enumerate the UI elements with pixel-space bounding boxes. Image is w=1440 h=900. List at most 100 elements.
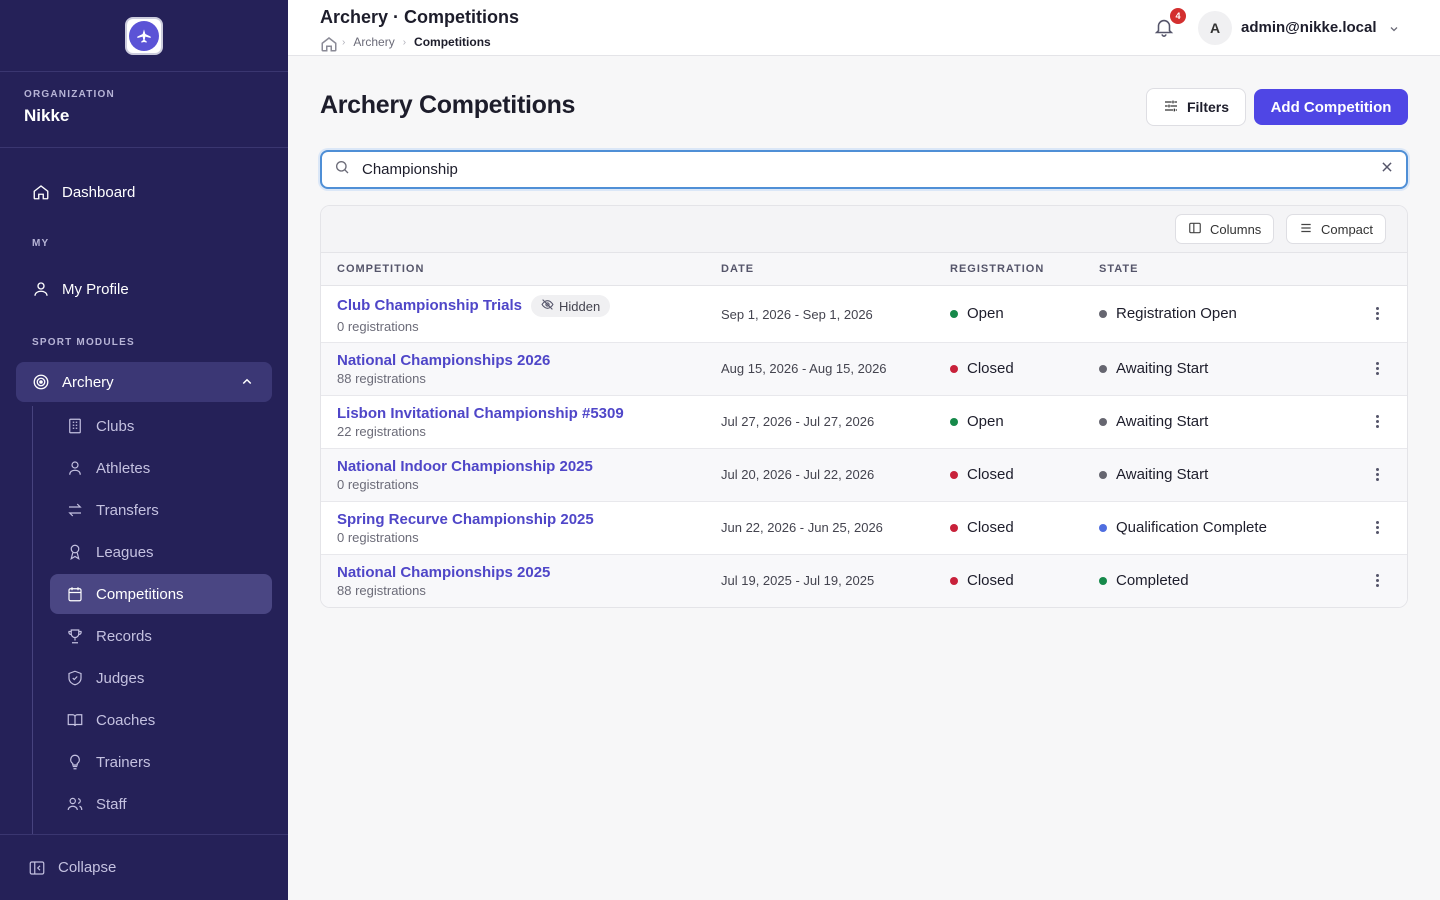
- sidebar-item-archery[interactable]: Archery: [16, 362, 272, 402]
- competition-name[interactable]: National Indoor Championship 2025: [337, 458, 593, 475]
- sidebar-item-records[interactable]: Records: [50, 616, 272, 656]
- table-row[interactable]: National Championships 2025 88 registrat…: [321, 555, 1407, 607]
- sidebar-item-label: Trainers: [96, 753, 151, 771]
- sidebar-item-clubs[interactable]: Clubs: [50, 406, 272, 446]
- registration-status-label: Closed: [967, 519, 1014, 536]
- competition-name[interactable]: Club Championship Trials: [337, 297, 522, 314]
- users-icon: [66, 795, 84, 813]
- sidebar-item-label: Dashboard: [62, 183, 136, 201]
- user-icon: [32, 280, 50, 298]
- sidebar-item-trainers[interactable]: Trainers: [50, 742, 272, 782]
- search-icon: [334, 159, 350, 180]
- state-dot: [1099, 470, 1107, 479]
- breadcrumb-archery[interactable]: Archery: [353, 35, 394, 49]
- search-input[interactable]: [362, 161, 1380, 178]
- state-label: Qualification Complete: [1116, 519, 1267, 536]
- filters-label: Filters: [1186, 99, 1229, 115]
- building-icon: [66, 417, 84, 435]
- column-header-state[interactable]: STATE: [1099, 263, 1138, 275]
- filters-button[interactable]: Filters: [1146, 88, 1246, 126]
- user-icon: [66, 459, 84, 477]
- competition-state: Registration Open: [1099, 305, 1237, 322]
- transfer-icon: [66, 501, 84, 519]
- table-row[interactable]: Spring Recurve Championship 2025 0 regis…: [321, 502, 1407, 555]
- section-label-sport-modules: SPORT MODULES: [32, 337, 135, 348]
- notification-badge: 4: [1170, 8, 1186, 24]
- registration-status-label: Open: [967, 305, 1004, 322]
- sidebar-item-transfers[interactable]: Transfers: [50, 490, 272, 530]
- more-actions-icon[interactable]: [1373, 307, 1381, 320]
- state-dot: [1099, 364, 1107, 373]
- sidebar-item-dashboard[interactable]: Dashboard: [16, 172, 272, 212]
- sidebar-item-judges[interactable]: Judges: [50, 658, 272, 698]
- sidebar-item-competitions[interactable]: Competitions: [50, 574, 272, 614]
- chevron-down-icon[interactable]: [1388, 22, 1400, 40]
- sidebar-item-label: Records: [96, 627, 152, 645]
- sidebar-item-athletes[interactable]: Athletes: [50, 448, 272, 488]
- sidebar-item-label: Archery: [62, 373, 114, 391]
- competition-name[interactable]: Lisbon Invitational Championship #5309: [337, 405, 624, 422]
- avatar[interactable]: A: [1198, 11, 1232, 45]
- registration-status: Closed: [950, 572, 1014, 589]
- user-menu-label[interactable]: admin@nikke.local: [1241, 19, 1377, 36]
- state-dot: [1099, 576, 1107, 585]
- competition-name[interactable]: National Championships 2026: [337, 352, 550, 369]
- state-label: Awaiting Start: [1116, 466, 1209, 483]
- columns-icon: [1188, 221, 1202, 238]
- search-field[interactable]: [320, 150, 1408, 189]
- more-actions-icon[interactable]: [1373, 521, 1381, 534]
- status-dot: [950, 576, 958, 585]
- table-row[interactable]: Club Championship Trials Hidden 0 regist…: [321, 286, 1407, 343]
- competition-name[interactable]: National Championships 2025: [337, 564, 550, 581]
- status-dot: [950, 523, 958, 532]
- column-header-competition[interactable]: COMPETITION: [337, 263, 424, 275]
- columns-button[interactable]: Columns: [1175, 214, 1275, 244]
- sidebar-item-my-profile[interactable]: My Profile: [16, 269, 272, 309]
- breadcrumb: › Archery › Competitions: [320, 35, 491, 52]
- status-dot: [950, 417, 958, 426]
- chevron-right-icon: ›: [402, 36, 407, 48]
- table-row[interactable]: Lisbon Invitational Championship #5309 2…: [321, 396, 1407, 449]
- registration-count: 22 registrations: [337, 424, 426, 439]
- sidebar-item-leagues[interactable]: Leagues: [50, 532, 272, 572]
- lightbulb-icon: [66, 753, 84, 771]
- table-row[interactable]: National Indoor Championship 2025 0 regi…: [321, 449, 1407, 502]
- state-dot: [1099, 309, 1107, 318]
- award-icon: [66, 543, 84, 561]
- competitions-table: Columns Compact COMPETITION DATE REGISTR…: [320, 205, 1408, 608]
- competition-state: Awaiting Start: [1099, 466, 1208, 483]
- home-icon[interactable]: [320, 35, 337, 52]
- clear-icon[interactable]: [1380, 160, 1394, 179]
- trophy-icon: [66, 627, 84, 645]
- registration-count: 0 registrations: [337, 477, 419, 492]
- target-icon: [32, 373, 50, 391]
- column-header-registration[interactable]: REGISTRATION: [950, 263, 1044, 275]
- sidebar-item-label: Leagues: [96, 543, 154, 561]
- more-actions-icon[interactable]: [1373, 468, 1381, 481]
- table-row[interactable]: National Championships 2026 88 registrat…: [321, 343, 1407, 396]
- sidebar-item-label: Clubs: [96, 417, 135, 435]
- collapse-button[interactable]: Collapse: [0, 834, 288, 900]
- chevron-up-icon: [238, 373, 256, 391]
- more-actions-icon[interactable]: [1373, 362, 1381, 375]
- registration-status-label: Closed: [967, 360, 1014, 377]
- column-header-date[interactable]: DATE: [721, 263, 754, 275]
- org-label: ORGANIZATION: [24, 89, 115, 100]
- registration-status-label: Open: [967, 413, 1004, 430]
- add-competition-button[interactable]: Add Competition: [1254, 89, 1408, 125]
- registration-status-label: Closed: [967, 466, 1014, 483]
- sidebar-item-coaches[interactable]: Coaches: [50, 700, 272, 740]
- sidebar-item-label: Athletes: [96, 459, 151, 477]
- calendar-icon: [66, 585, 84, 603]
- registration-count: 88 registrations: [337, 371, 426, 386]
- compact-button[interactable]: Compact: [1286, 214, 1387, 244]
- more-actions-icon[interactable]: [1373, 574, 1381, 587]
- state-label: Awaiting Start: [1116, 413, 1209, 430]
- competition-name[interactable]: Spring Recurve Championship 2025: [337, 511, 594, 528]
- sidebar-item-staff[interactable]: Staff: [50, 784, 272, 824]
- more-actions-icon[interactable]: [1373, 415, 1381, 428]
- org-logo[interactable]: [125, 16, 163, 55]
- logo-area: [0, 0, 288, 72]
- registration-count: 88 registrations: [337, 583, 426, 598]
- registration-status: Closed: [950, 519, 1014, 536]
